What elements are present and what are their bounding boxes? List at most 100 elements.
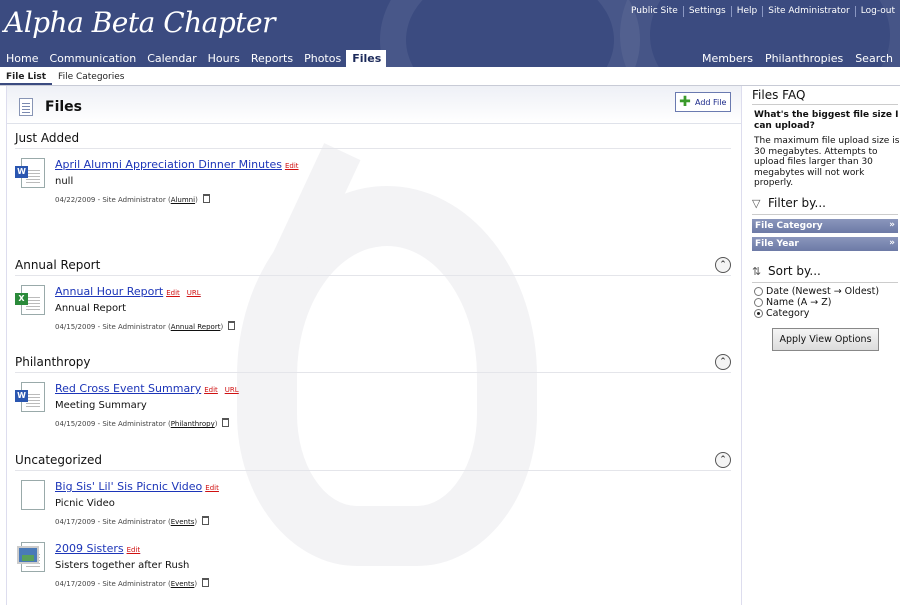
nav-members[interactable]: Members	[697, 50, 760, 67]
filter-title: Filter by...	[768, 196, 826, 210]
nav-communication[interactable]: Communication	[43, 50, 141, 67]
file-item: W Red Cross Event Summary Edit URL Meeting…	[15, 382, 731, 442]
file-name-link: Red Cross Event Summary Edit URL	[55, 382, 239, 395]
divider	[752, 282, 898, 283]
faq-answer: The maximum file upload size is 30 megab…	[754, 136, 900, 188]
top-link-logout[interactable]: Log-out	[854, 6, 900, 17]
nav-photos[interactable]: Photos	[298, 50, 346, 67]
collapse-icon[interactable]: ⌃	[715, 257, 731, 273]
file-name-link: Big Sis' Lil' Sis Picnic Video Edit	[55, 480, 219, 493]
file-name-link: Annual Hour Report Edit URL	[55, 285, 201, 298]
divider	[752, 104, 898, 105]
sort-heading: ⇅ Sort by...	[752, 264, 821, 278]
file-meta: 04/22/2009 - Site Administrator (Alumni)	[55, 194, 210, 204]
trash-icon[interactable]	[202, 578, 210, 587]
edit-link[interactable]: Edit	[285, 162, 299, 170]
nav-files[interactable]: Files	[346, 50, 387, 67]
top-link-site-administrator[interactable]: Site Administrator	[762, 6, 855, 17]
file-name[interactable]: Red Cross Event Summary	[55, 382, 201, 395]
sidebar: Files FAQ What's the biggest file size I…	[752, 86, 900, 605]
category-link[interactable]: Alumni	[171, 196, 195, 204]
file-date-author: 04/15/2009 - Site Administrator	[55, 323, 166, 331]
file-item: X Annual Hour Report Edit URL Annual Repor…	[15, 285, 731, 345]
top-link-help[interactable]: Help	[730, 6, 763, 17]
top-link-public-site[interactable]: Public Site	[626, 6, 683, 17]
section-title: Uncategorized	[15, 452, 731, 471]
file-date-author: 04/15/2009 - Site Administrator	[55, 420, 166, 428]
top-links: Public Site Settings Help Site Administr…	[626, 6, 900, 17]
tab-file-list[interactable]: File List	[0, 67, 53, 85]
chevron-down-icon: »	[889, 238, 895, 248]
url-link[interactable]: URL	[187, 289, 201, 297]
divider	[752, 214, 898, 215]
nav-philanthropies[interactable]: Philanthropies	[760, 50, 850, 67]
nav-reports[interactable]: Reports	[245, 50, 298, 67]
sub-tabs: File List File Categories	[0, 67, 900, 86]
trash-icon[interactable]	[228, 321, 236, 330]
page-header: Files ✚ Add File	[7, 86, 741, 124]
nav-calendar[interactable]: Calendar	[141, 50, 201, 67]
file-description: Picnic Video	[55, 498, 115, 509]
file-name[interactable]: Big Sis' Lil' Sis Picnic Video	[55, 480, 202, 493]
add-file-button[interactable]: ✚ Add File	[675, 92, 731, 112]
tab-file-categories[interactable]: File Categories	[52, 67, 130, 85]
radio-button[interactable]	[754, 287, 763, 296]
file-name-link: 2009 Sisters Edit	[55, 542, 140, 555]
dropdown-label: File Category	[755, 221, 823, 231]
top-link-settings[interactable]: Settings	[682, 6, 731, 17]
file-description: Meeting Summary	[55, 400, 147, 411]
section-title: Annual Report	[15, 257, 731, 276]
category-link[interactable]: Annual Report	[171, 323, 221, 331]
section-philanthropy: Philanthropy ⌃ W Red Cross Event Summary…	[15, 354, 731, 428]
image-file-icon[interactable]	[15, 542, 47, 574]
site-header: Alpha Beta Chapter Public Site Settings …	[0, 0, 900, 67]
file-item: W April Alumni Appreciation Dinner Minut…	[15, 158, 731, 218]
category-link[interactable]: Events	[171, 518, 195, 526]
sort-option-name[interactable]: Name (A → Z)	[754, 297, 831, 308]
secondary-nav: Members Philanthropies Search	[697, 50, 900, 67]
category-link[interactable]: Philanthropy	[171, 420, 215, 428]
word-icon[interactable]: W	[15, 158, 47, 190]
edit-link[interactable]: Edit	[205, 484, 219, 492]
chevron-down-icon: »	[889, 220, 895, 230]
nav-home[interactable]: Home	[0, 50, 43, 67]
file-category-dropdown[interactable]: File Category »	[752, 219, 898, 233]
file-year-dropdown[interactable]: File Year »	[752, 237, 898, 251]
file-meta: 04/15/2009 - Site Administrator (Philant…	[55, 418, 230, 428]
plus-icon: ✚	[679, 94, 691, 110]
site-logo[interactable]: Alpha Beta Chapter	[4, 6, 276, 39]
collapse-icon[interactable]: ⌃	[715, 452, 731, 468]
file-name[interactable]: Annual Hour Report	[55, 285, 163, 298]
file-description: Annual Report	[55, 303, 127, 314]
blank-file-icon[interactable]	[15, 480, 47, 512]
edit-link[interactable]: Edit	[204, 386, 218, 394]
file-name[interactable]: April Alumni Appreciation Dinner Minutes	[55, 158, 282, 171]
word-icon[interactable]: W	[15, 382, 47, 414]
faq-question: What's the biggest file size I can uploa…	[754, 110, 899, 131]
trash-icon[interactable]	[202, 194, 210, 203]
category-link[interactable]: Events	[171, 580, 195, 588]
file-item: 2009 Sisters Edit Sisters together after …	[15, 542, 731, 602]
url-link[interactable]: URL	[225, 386, 239, 394]
radio-label: Category	[766, 308, 810, 319]
collapse-icon[interactable]: ⌃	[715, 354, 731, 370]
nav-search[interactable]: Search	[850, 50, 900, 67]
trash-icon[interactable]	[202, 516, 210, 525]
section-annual-report: Annual Report ⌃ X Annual Hour Report Edit…	[15, 257, 731, 331]
file-description: null	[55, 176, 74, 187]
trash-icon[interactable]	[222, 418, 230, 427]
sort-icon: ⇅	[752, 265, 762, 278]
edit-link[interactable]: Edit	[166, 289, 180, 297]
nav-hours[interactable]: Hours	[202, 50, 245, 67]
sort-option-category[interactable]: Category	[754, 308, 809, 319]
radio-button[interactable]	[754, 298, 763, 307]
section-just-added: Just Added W April Alumni Appreciation D…	[15, 130, 731, 204]
file-date-author: 04/22/2009 - Site Administrator	[55, 196, 166, 204]
radio-label: Date (Newest → Oldest)	[766, 286, 880, 297]
excel-icon[interactable]: X	[15, 285, 47, 317]
edit-link[interactable]: Edit	[127, 546, 141, 554]
sort-option-date[interactable]: Date (Newest → Oldest)	[754, 286, 879, 297]
apply-view-options-button[interactable]: Apply View Options	[772, 328, 879, 351]
file-name[interactable]: 2009 Sisters	[55, 542, 124, 555]
radio-button-selected[interactable]	[754, 309, 763, 318]
